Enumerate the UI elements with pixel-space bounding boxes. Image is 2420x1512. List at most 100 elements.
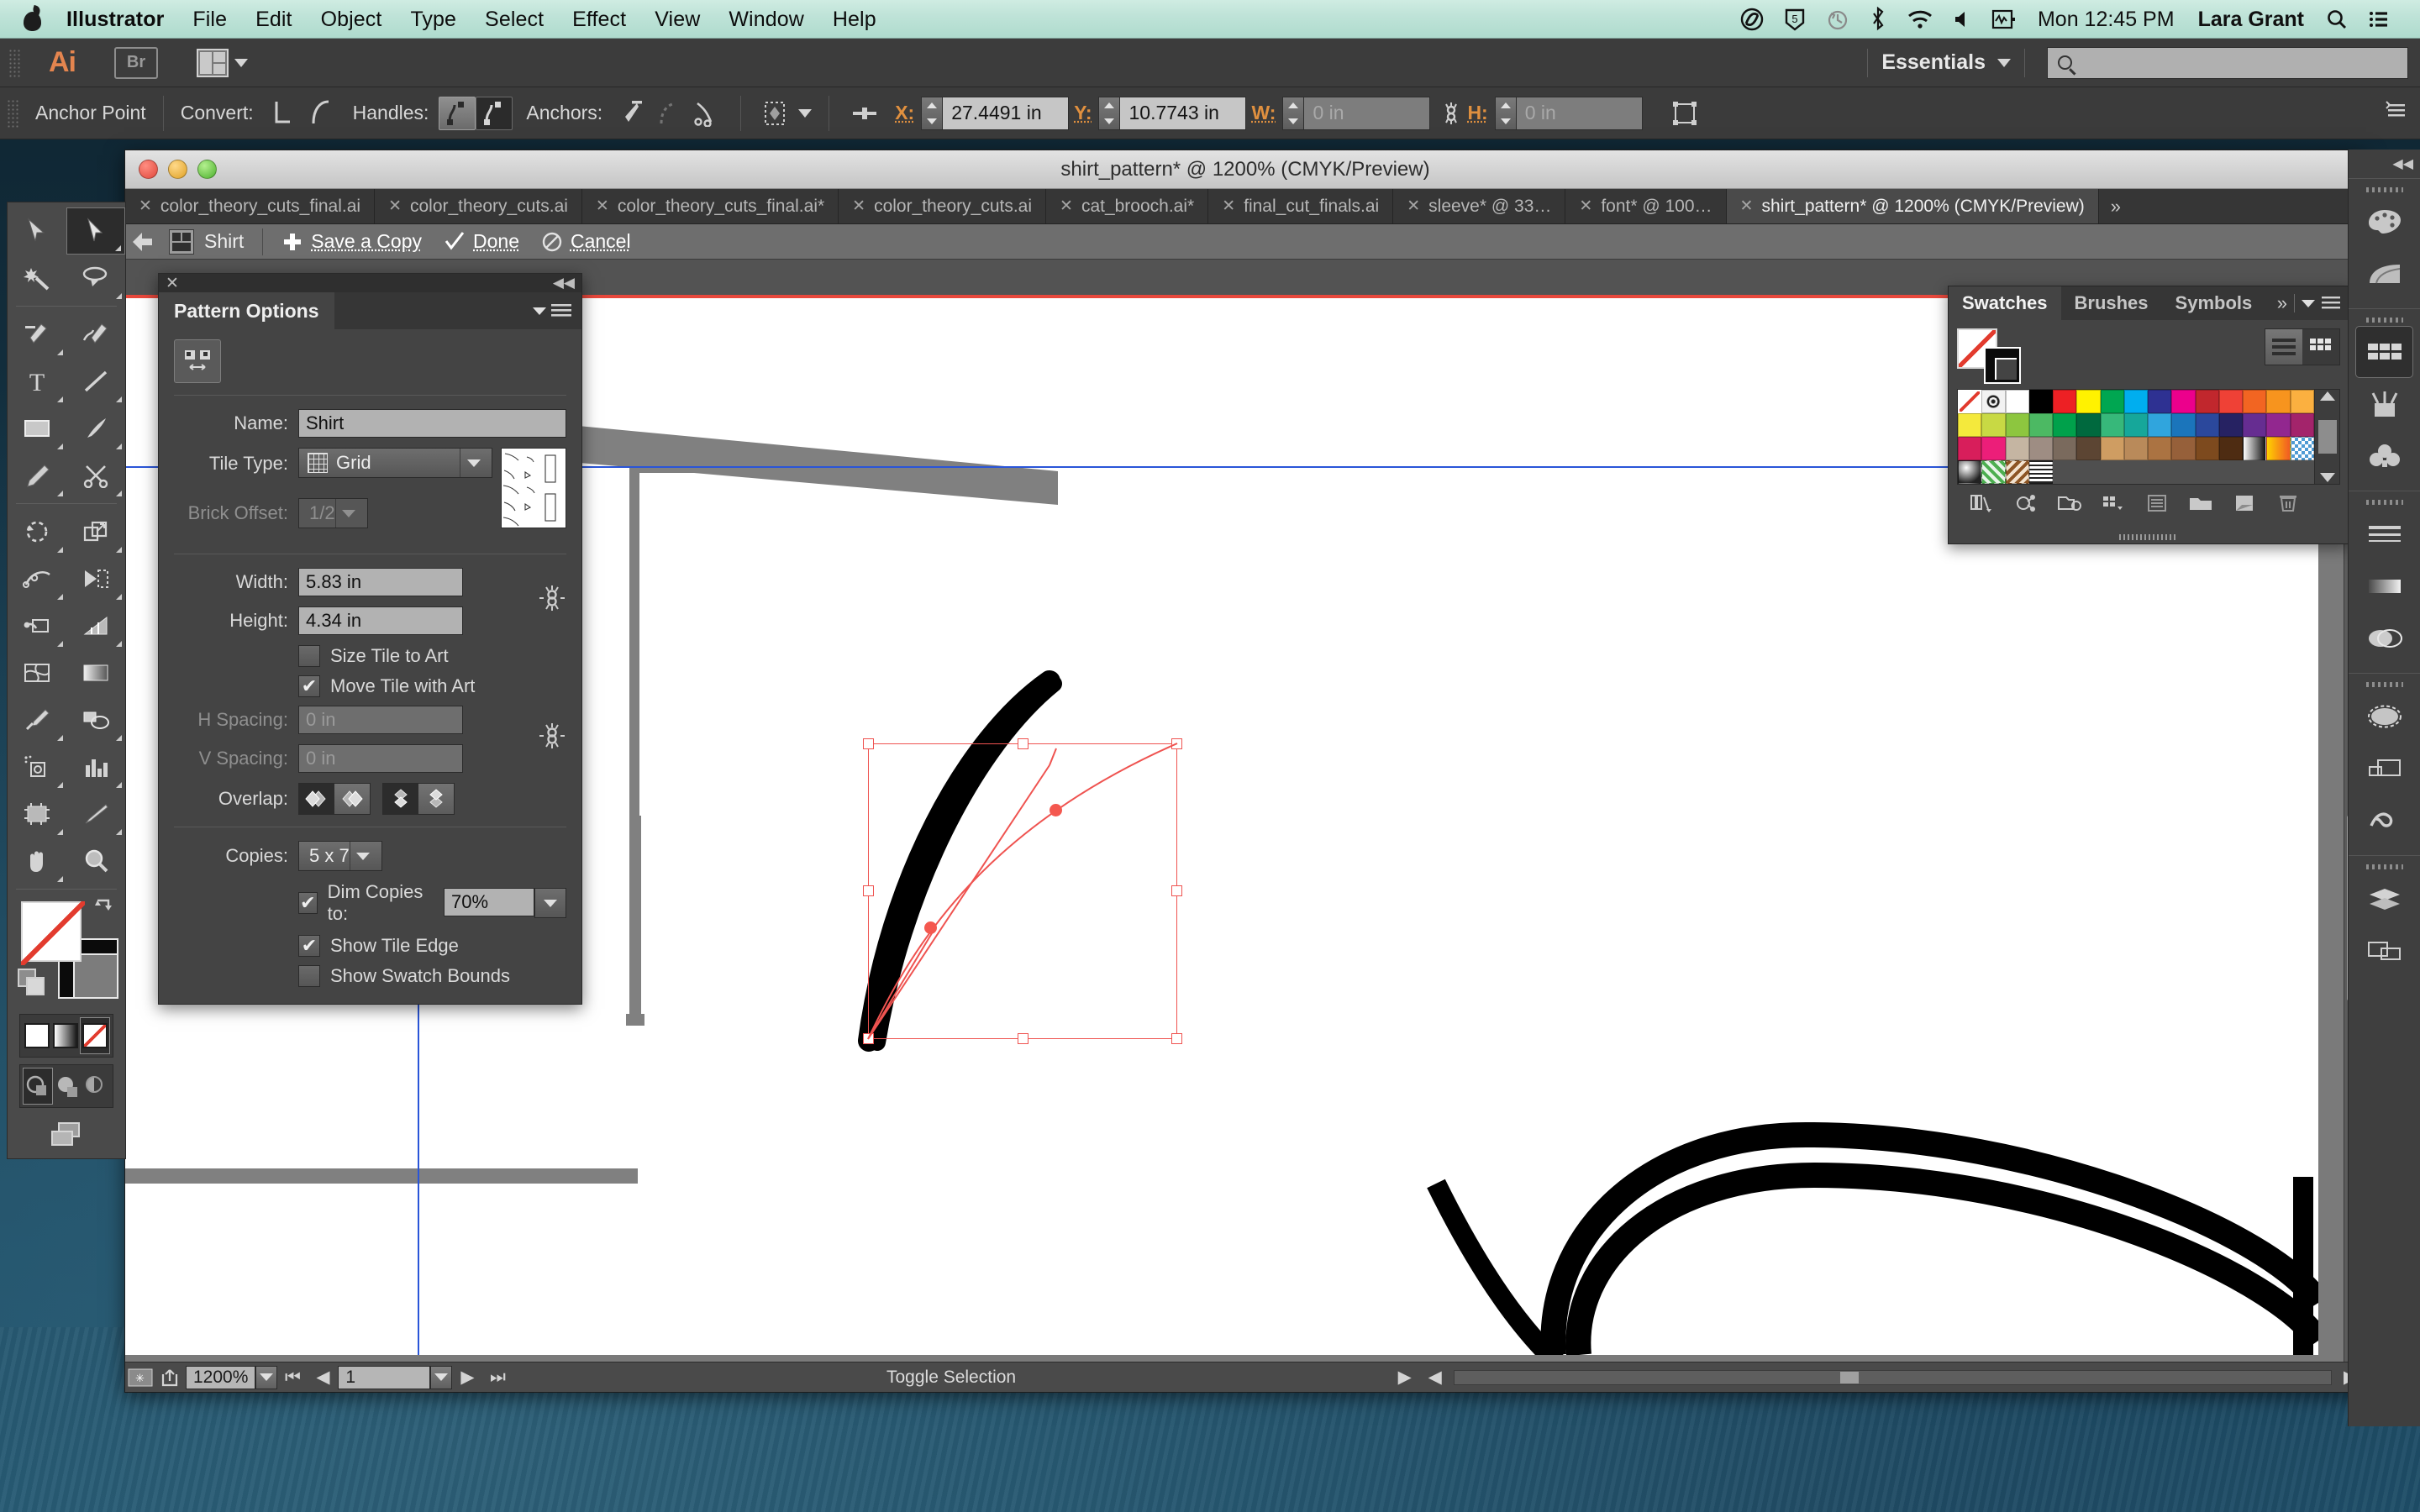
close-icon[interactable]: ✕	[139, 197, 152, 216]
tab-brushes[interactable]: Brushes	[2061, 286, 2162, 320]
swatch-cell[interactable]	[1981, 390, 2006, 413]
layers-panel-icon[interactable]	[2349, 873, 2420, 925]
list-view-icon[interactable]	[2265, 329, 2302, 365]
new-swatch-icon[interactable]	[2223, 487, 2266, 519]
tool-pencil[interactable]	[8, 452, 66, 499]
tool-scissors[interactable]	[66, 452, 125, 499]
menu-window[interactable]: Window	[714, 0, 818, 39]
transparency-panel-icon[interactable]	[2349, 612, 2420, 664]
control-bar-overflow[interactable]	[2385, 100, 2420, 127]
dim-copies-row[interactable]: ✔ Dim Copies to: 70%	[298, 881, 566, 925]
tile-height-input[interactable]: 4.34 in	[298, 606, 463, 635]
bridge-button[interactable]: Br	[114, 46, 158, 79]
hide-handles-icon[interactable]	[476, 96, 513, 130]
open-library-icon[interactable]	[2048, 487, 2091, 519]
tool-slice[interactable]	[66, 790, 125, 837]
show-swatch-bounds-checkbox[interactable]	[298, 965, 320, 987]
pattern-swatch-icon[interactable]	[169, 228, 194, 255]
swatch-options-icon[interactable]	[2135, 487, 2179, 519]
none-mode-button[interactable]	[80, 1017, 110, 1054]
artboard-dropdown-button[interactable]	[430, 1365, 453, 1389]
graphic-styles-panel-icon[interactable]	[2349, 743, 2420, 795]
dock-grip[interactable]	[2349, 314, 2420, 326]
constrain-proportions-icon[interactable]	[538, 568, 566, 619]
swatch-cell[interactable]	[2290, 413, 2314, 437]
dropdown-button[interactable]	[460, 449, 487, 477]
app-bar-grip[interactable]	[8, 48, 22, 77]
swatch-cell[interactable]	[2028, 437, 2054, 460]
tool-column-graph[interactable]	[66, 743, 125, 790]
swatch-cell[interactable]	[2218, 413, 2244, 437]
change-screen-mode-button[interactable]	[8, 1120, 125, 1150]
dim-copies-dropdown[interactable]	[534, 888, 566, 918]
swatch-cell[interactable]	[2290, 390, 2314, 413]
workspace-switcher[interactable]: Essentials	[1881, 50, 1986, 75]
convert-to-corner-icon[interactable]	[266, 97, 302, 130]
swatch-cell[interactable]	[2028, 460, 2054, 484]
swatch-cell[interactable]	[2123, 437, 2149, 460]
appearance-panel-icon[interactable]	[2349, 690, 2420, 743]
draw-normal-button[interactable]	[23, 1068, 53, 1105]
swatch-cell[interactable]	[2123, 413, 2149, 437]
tool-pen[interactable]	[8, 311, 66, 358]
tool-paintbrush[interactable]	[66, 405, 125, 452]
scroll-down-icon[interactable]	[2319, 473, 2335, 482]
tool-hand[interactable]	[8, 837, 66, 885]
dock-grip[interactable]	[2349, 496, 2420, 508]
stroke-panel-icon[interactable]	[2349, 508, 2420, 560]
selection-handle[interactable]	[1018, 738, 1028, 749]
menu-view[interactable]: View	[640, 0, 714, 39]
artboards-panel-icon[interactable]	[2349, 925, 2420, 977]
prev-page-icon[interactable]: ◀	[308, 1366, 338, 1389]
draw-behind-button[interactable]	[53, 1068, 82, 1105]
swatch-cell[interactable]	[2100, 437, 2124, 460]
time-machine-icon[interactable]	[1816, 8, 1860, 31]
swatch-cell[interactable]	[1981, 413, 2006, 437]
spotlight-search-icon[interactable]	[2316, 8, 2358, 30]
document-tab[interactable]: ✕ sleeve* @ 33…	[1393, 189, 1566, 223]
menu-select[interactable]: Select	[471, 0, 558, 39]
gradient-panel-icon[interactable]	[2349, 560, 2420, 612]
window-title-bar[interactable]: shirt_pattern* @ 1200% (CMYK/Preview)	[125, 150, 2365, 189]
selection-handle[interactable]	[1171, 885, 1182, 896]
menu-illustrator[interactable]: Illustrator	[52, 0, 178, 39]
x-input[interactable]: 27.4491 in	[943, 96, 1070, 130]
swatch-cell[interactable]	[2100, 413, 2124, 437]
copies-select[interactable]: 5 x 7	[298, 841, 382, 871]
cancel-button[interactable]: Cancel	[541, 230, 631, 253]
selection-handle[interactable]	[863, 738, 874, 749]
swatches-panel-icon[interactable]	[2355, 326, 2413, 378]
swatch-cell[interactable]	[2148, 413, 2172, 437]
isolate-selected-icon[interactable]	[758, 97, 795, 130]
top-in-front-button[interactable]	[418, 784, 454, 814]
close-icon[interactable]: ✕	[1740, 197, 1754, 216]
size-tile-to-art-row[interactable]: Size Tile to Art	[298, 645, 566, 667]
pattern-tile-selection[interactable]	[868, 743, 1177, 1039]
tool-free-transform[interactable]	[66, 555, 125, 602]
document-tab[interactable]: ✕ final_cut_finals.ai	[1208, 189, 1394, 223]
next-page-icon[interactable]: ▶	[452, 1366, 482, 1389]
tool-perspective-grid[interactable]	[66, 602, 125, 649]
share-icon[interactable]	[155, 1366, 186, 1389]
swatch-cell[interactable]	[2243, 437, 2267, 460]
move-tile-with-art-row[interactable]: ✔ Move Tile with Art	[298, 675, 566, 697]
bottom-in-front-button[interactable]	[383, 784, 418, 814]
scroll-up-icon[interactable]	[2319, 391, 2335, 401]
tool-line-segment[interactable]	[66, 358, 125, 405]
left-in-front-button[interactable]	[299, 784, 334, 814]
swatch-cell[interactable]	[1981, 437, 2006, 460]
dim-copies-input[interactable]: 70%	[444, 888, 534, 916]
swatch-cell[interactable]	[1958, 437, 1982, 460]
x-field[interactable]: X: 27.4491 in	[895, 96, 1070, 130]
swatch-cell[interactable]	[2171, 390, 2196, 413]
swatch-cell[interactable]	[1958, 390, 1982, 413]
swatch-cell[interactable]	[2076, 413, 2101, 437]
selection-handle[interactable]	[863, 1033, 874, 1044]
swatch-cell[interactable]	[2195, 413, 2219, 437]
tool-shape-builder[interactable]	[8, 602, 66, 649]
dock-grip[interactable]	[2349, 184, 2420, 196]
color-group-link-icon[interactable]	[2004, 487, 2048, 519]
tool-mesh[interactable]	[8, 649, 66, 696]
tab-overflow-button[interactable]: »	[2099, 189, 2133, 223]
symbols-panel-icon[interactable]	[2349, 430, 2420, 482]
